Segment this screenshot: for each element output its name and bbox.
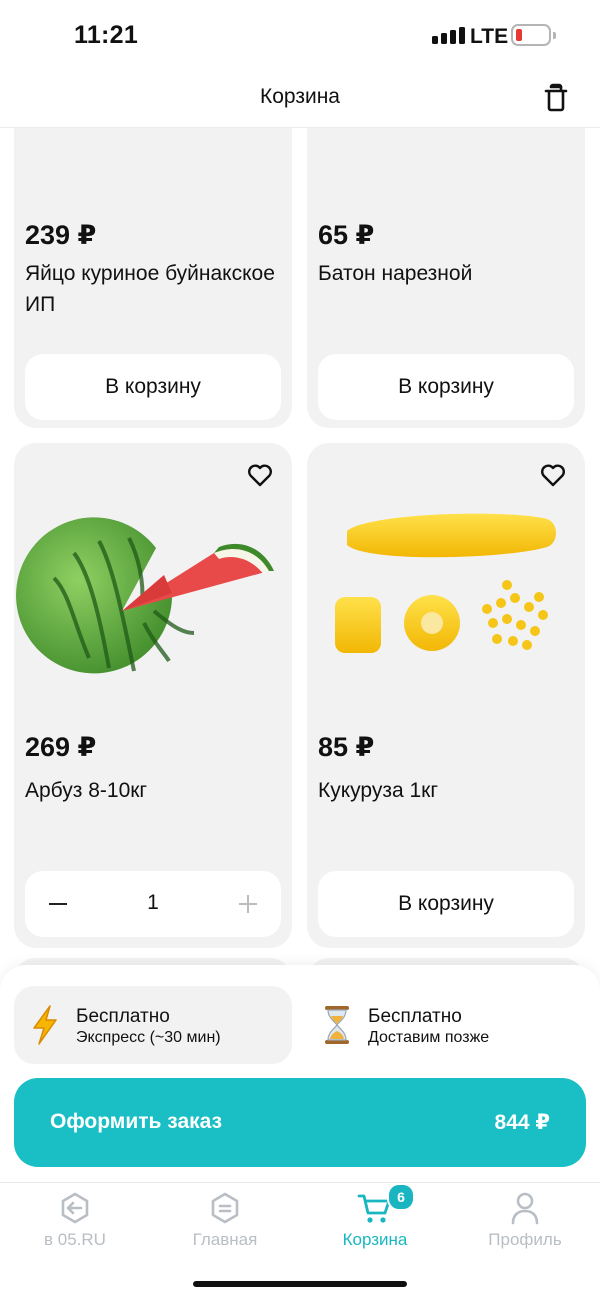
product-name: Кукуруза 1кг xyxy=(318,779,439,802)
network-label: LTE xyxy=(470,25,509,48)
product-card[interactable]: 269 ₽ Арбуз 8-10кг 1 xyxy=(14,443,292,948)
battery-icon xyxy=(511,24,556,46)
delivery-subtitle: Доставим позже xyxy=(368,1029,490,1046)
watermelon-image xyxy=(16,517,274,674)
nav-label: Профиль xyxy=(488,1230,562,1249)
nav-item-back[interactable]: в 05.RU xyxy=(0,1183,150,1263)
product-price: 65 ₽ xyxy=(318,220,375,250)
checkout-label: Оформить заказ xyxy=(50,1110,223,1133)
delivery-title: Бесплатно xyxy=(76,1006,170,1027)
signal-icon xyxy=(432,27,465,44)
trash-icon[interactable] xyxy=(540,82,572,114)
delivery-subtitle: Экспресс (~30 мин) xyxy=(76,1029,221,1046)
product-name: Арбуз 8-10кг xyxy=(25,779,148,802)
page-title: Корзина xyxy=(260,85,340,108)
add-to-cart-button[interactable]: В корзину xyxy=(318,871,574,937)
nav-label: Корзина xyxy=(342,1230,408,1249)
order-total: 844 ₽ xyxy=(494,1111,550,1134)
nav-item-profile[interactable]: Профиль xyxy=(450,1183,600,1263)
nav-item-home[interactable]: Главная xyxy=(150,1183,300,1263)
home-indicator xyxy=(193,1281,407,1287)
add-to-cart-button[interactable]: В корзину xyxy=(25,354,281,420)
nav-label: Главная xyxy=(192,1230,258,1249)
status-time: 11:21 xyxy=(74,21,139,49)
heart-icon[interactable] xyxy=(539,461,567,489)
product-grid: 239 ₽ Яйцо куриное буйнакское ИП В корзи… xyxy=(0,128,600,968)
status-bar: 11:21 LTE xyxy=(0,0,600,68)
product-card[interactable]: 85 ₽ Кукуруза 1кг В корзину xyxy=(307,443,585,948)
product-price: 239 ₽ xyxy=(25,220,97,250)
delivery-title: Бесплатно xyxy=(368,1006,462,1027)
nav-label: в 05.RU xyxy=(44,1230,106,1249)
lightning-icon xyxy=(33,1005,57,1045)
hourglass-icon xyxy=(325,1006,349,1044)
product-name: Яйцо куриное буйнакское ИП xyxy=(25,262,275,316)
checkout-button[interactable]: Оформить заказ 844 ₽ xyxy=(14,1078,586,1167)
back-arrow-icon xyxy=(61,1192,89,1224)
increase-button[interactable] xyxy=(239,895,257,913)
bottom-navigation: в 05.RU Главная 6 Корзина Профиль xyxy=(0,1182,600,1297)
product-price: 269 ₽ xyxy=(25,732,97,762)
home-icon xyxy=(211,1192,239,1224)
header: Корзина xyxy=(0,68,600,128)
product-card[interactable]: 239 ₽ Яйцо куриное буйнакское ИП В корзи… xyxy=(14,128,292,428)
user-icon xyxy=(511,1192,539,1225)
cart-badge: 6 xyxy=(387,1183,415,1211)
delivery-option-express[interactable]: Бесплатно Экспресс (~30 мин) xyxy=(14,986,292,1064)
checkout-sheet: Бесплатно Экспресс (~30 мин) Бесплатно Д… xyxy=(0,965,600,1185)
corn-image xyxy=(335,513,556,653)
nav-item-cart[interactable]: 6 Корзина xyxy=(300,1183,450,1263)
delivery-option-later[interactable]: Бесплатно Доставим позже xyxy=(306,986,586,1064)
add-to-cart-button[interactable]: В корзину xyxy=(318,354,574,420)
product-name: Батон нарезной xyxy=(318,262,473,285)
product-price: 85 ₽ xyxy=(318,732,375,762)
quantity-stepper: 1 xyxy=(25,871,281,937)
product-card[interactable]: 65 ₽ Батон нарезной В корзину xyxy=(307,128,585,428)
